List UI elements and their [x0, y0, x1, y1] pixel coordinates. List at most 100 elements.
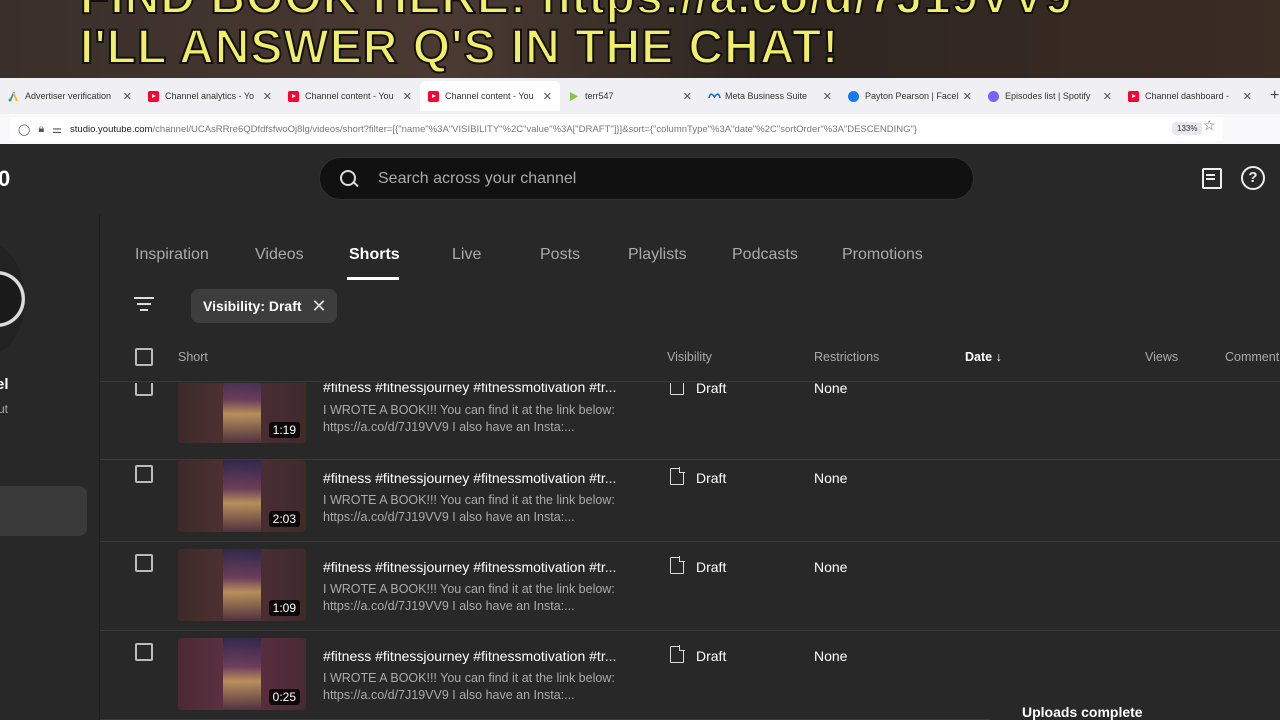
draft-document-icon [670, 467, 685, 485]
column-views[interactable]: Views [1145, 350, 1178, 364]
lock-icon[interactable]: 🔒︎ [38, 123, 44, 136]
browser-tab[interactable]: Episodes list | Spotify ✕ [980, 81, 1120, 111]
close-icon[interactable]: ✕ [823, 90, 832, 103]
zoom-level-badge[interactable]: 133% [1172, 122, 1203, 135]
new-tab-icon[interactable]: + [1270, 87, 1279, 105]
row-checkbox[interactable] [135, 383, 153, 396]
video-thumbnail[interactable]: 0:25 [178, 638, 306, 710]
video-title[interactable]: #fitness #fitnessjourney #fitnessmotivat… [323, 383, 623, 395]
youtube-icon [428, 90, 439, 102]
row-checkbox[interactable] [135, 554, 153, 572]
shield-icon[interactable]: ◯ [18, 123, 30, 136]
meta-icon [708, 91, 721, 102]
close-icon[interactable]: ✕ [683, 90, 692, 103]
visibility-status[interactable]: Draft [696, 648, 726, 664]
tab-playlists[interactable]: Playlists [628, 246, 687, 264]
table-row[interactable]: 1:09 #fitness #fitnessjourney #fitnessmo… [100, 542, 1280, 631]
browser-tab[interactable]: Channel content - You ✕ [280, 81, 420, 111]
page-settings-icon[interactable]: ⚌ [52, 123, 62, 136]
browser-tab[interactable]: Payton Pearson | Facel ✕ [840, 81, 980, 111]
video-title[interactable]: #fitness #fitnessjourney #fitnessmotivat… [323, 648, 623, 664]
restrictions-value: None [814, 383, 848, 396]
browser-tab-label: Channel content - You [305, 91, 394, 101]
tab-posts[interactable]: Posts [540, 246, 580, 264]
video-title[interactable]: #fitness #fitnessjourney #fitnessmotivat… [323, 559, 623, 575]
close-icon[interactable]: ✕ [123, 90, 132, 103]
youtube-icon [288, 90, 299, 102]
facebook-icon [848, 90, 859, 102]
tab-promotions[interactable]: Promotions [842, 246, 923, 264]
channel-title: el [0, 376, 9, 393]
url-host: studio.youtube.com [70, 123, 153, 135]
youtube-icon [1128, 90, 1139, 102]
google-ads-icon [8, 91, 19, 102]
search-bar[interactable]: Search across your channel [319, 157, 974, 200]
feedback-icon[interactable] [1199, 166, 1225, 192]
row-checkbox[interactable] [135, 465, 153, 483]
table-row[interactable]: 2:03 #fitness #fitnessjourney #fitnessmo… [100, 453, 1280, 542]
column-short: Short [178, 350, 208, 364]
tab-inspiration[interactable]: Inspiration [135, 246, 209, 264]
tab-shorts[interactable]: Shorts [349, 246, 400, 264]
video-description-line2: https://a.co/d/7J19VV9 I also have an In… [323, 599, 575, 613]
column-date[interactable]: Date ↓ [965, 350, 1002, 364]
browser-tab-label: Episodes list | Spotify [1005, 91, 1091, 101]
left-sidebar: el ut [0, 214, 100, 720]
video-thumbnail[interactable]: 1:09 [178, 549, 306, 621]
url-text: studio.youtube.com/channel/UCAsRRre6QDfd… [70, 124, 1130, 135]
table-header: Short Visibility Restrictions Date ↓ Vie… [100, 340, 1280, 382]
browser-tab-label: Channel content - You [445, 91, 534, 101]
banner-line-2: I'LL ANSWER Q'S IN THE CHAT! [79, 20, 840, 75]
uploads-toast[interactable]: Uploads complete [990, 690, 1280, 720]
close-icon[interactable]: ✕ [312, 296, 327, 317]
browser-tab[interactable]: Meta Business Suite ✕ [700, 81, 840, 111]
close-icon[interactable]: ✕ [403, 90, 412, 103]
row-checkbox[interactable] [135, 643, 153, 661]
sidebar-item-content-active[interactable] [0, 486, 87, 536]
filter-chip-label: Visibility: Draft [203, 298, 302, 314]
url-field[interactable]: ◯ 🔒︎ ⚌ studio.youtube.com/channel/UCAsRR… [10, 117, 1223, 141]
browser-tab-label: Payton Pearson | Facel [865, 91, 959, 101]
browser-tab-active[interactable]: Channel content - You ✕ [420, 81, 560, 111]
tab-videos[interactable]: Videos [255, 246, 304, 264]
visibility-status[interactable]: Draft [696, 470, 726, 486]
restrictions-value: None [814, 648, 848, 664]
select-all-checkbox[interactable] [135, 348, 153, 366]
close-icon[interactable]: ✕ [1243, 90, 1252, 103]
filter-chip-visibility[interactable]: Visibility: Draft ✕ [191, 289, 337, 323]
youtube-icon [148, 90, 159, 102]
column-visibility[interactable]: Visibility [667, 350, 712, 364]
video-banner-overlay: FIND BOOK HERE: https://a.co/d/7J19VV9 I… [0, 0, 1280, 78]
close-icon[interactable]: ✕ [963, 90, 972, 103]
search-icon[interactable] [338, 168, 360, 190]
close-icon[interactable]: ✕ [263, 90, 272, 103]
table-row[interactable]: 1:19 #fitness #fitnessjourney #fitnessmo… [100, 383, 1280, 460]
visibility-status[interactable]: Draft [696, 559, 726, 575]
browser-tab[interactable]: terr547 ✕ [560, 81, 700, 111]
search-input[interactable]: Search across your channel [378, 170, 576, 188]
bookmark-star-icon[interactable]: ☆ [1203, 117, 1216, 134]
browser-tab[interactable]: Channel dashboard - ✕ [1120, 81, 1260, 111]
browser-tab[interactable]: Channel analytics - Yo ✕ [140, 81, 280, 111]
video-thumbnail[interactable]: 2:03 [178, 460, 306, 532]
filter-icon[interactable] [134, 297, 154, 313]
column-comments[interactable]: Comment [1225, 350, 1279, 364]
visibility-status[interactable]: Draft [696, 383, 726, 396]
video-thumbnail[interactable]: 1:19 [178, 383, 306, 443]
video-title[interactable]: #fitness #fitnessjourney #fitnessmotivat… [323, 470, 623, 486]
draft-document-icon [670, 383, 684, 395]
close-icon[interactable]: ✕ [1103, 90, 1112, 103]
studio-logo-fragment[interactable]: 0 [0, 166, 10, 192]
browser-tab[interactable]: Advertiser verification ✕ [0, 81, 140, 111]
video-description-line2: https://a.co/d/7J19VV9 I also have an In… [323, 510, 575, 524]
video-description-line1: I WROTE A BOOK!!! You can find it at the… [323, 403, 615, 417]
spotify-icon [988, 90, 999, 102]
close-icon[interactable]: ✕ [543, 90, 552, 103]
channel-avatar[interactable] [0, 244, 25, 354]
content-tabs: Inspiration Videos Shorts Live Posts Pla… [100, 214, 1280, 280]
tab-podcasts[interactable]: Podcasts [732, 246, 798, 264]
browser-tab-label: terr547 [585, 91, 614, 101]
column-restrictions[interactable]: Restrictions [814, 350, 879, 364]
help-icon[interactable]: ? [1241, 166, 1265, 190]
tab-live[interactable]: Live [452, 246, 481, 264]
